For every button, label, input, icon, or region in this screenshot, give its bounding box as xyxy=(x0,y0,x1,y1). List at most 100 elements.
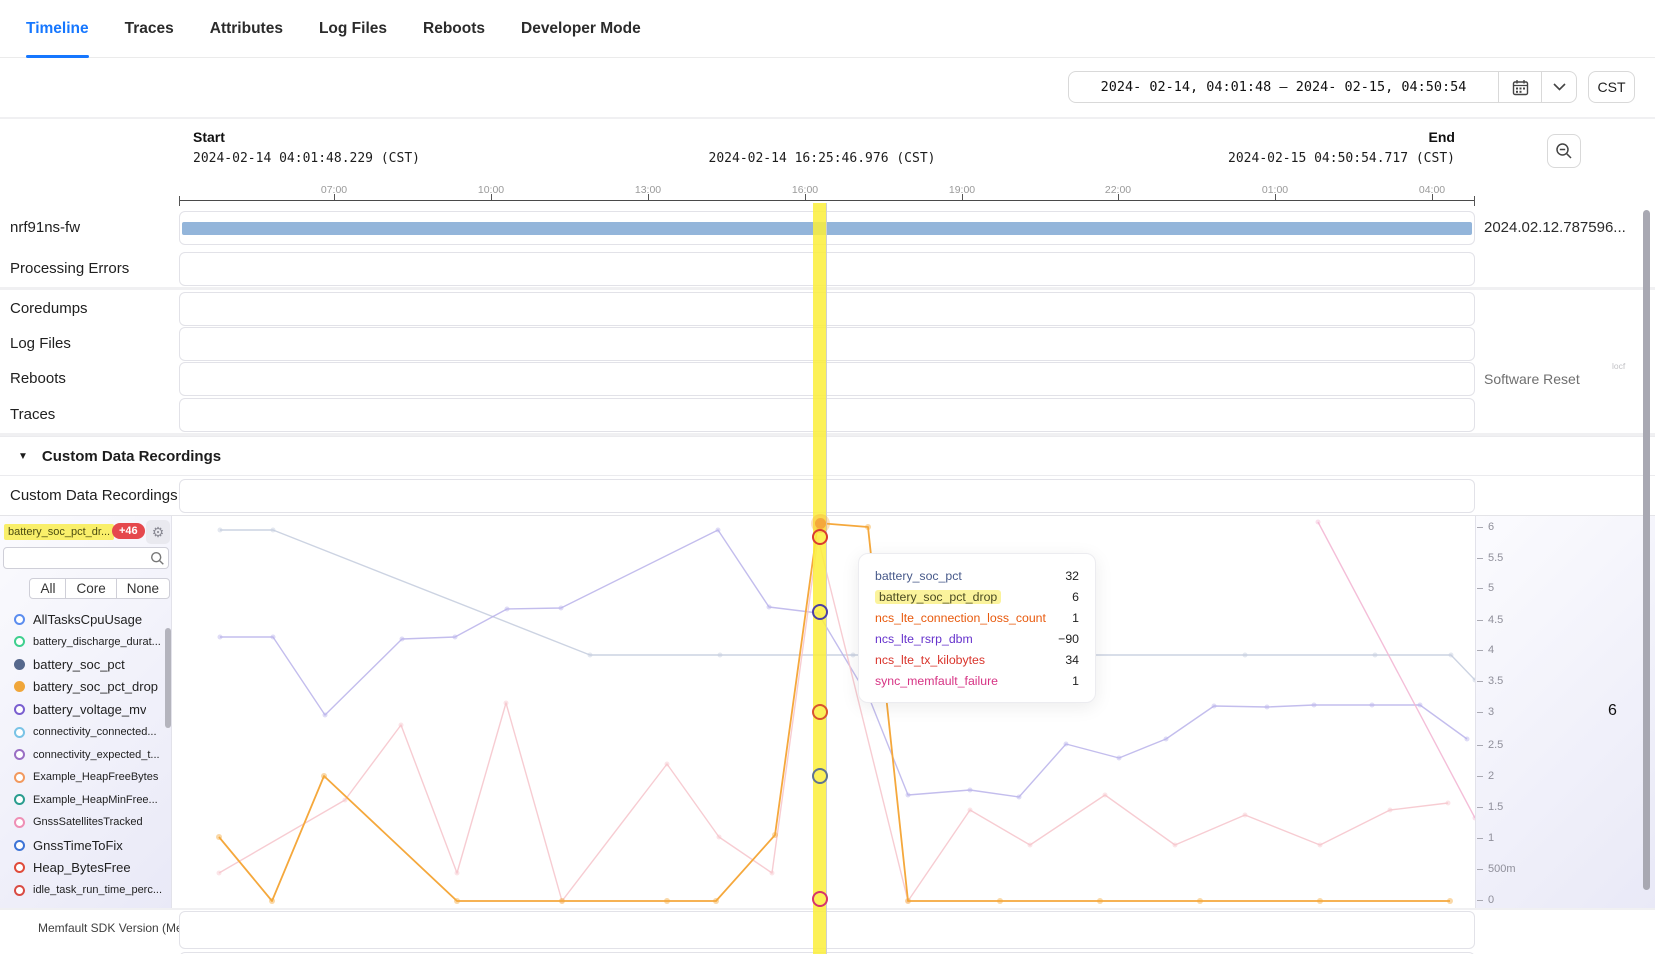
legend-item-gnsssatellitestracked[interactable]: GnssSatellitesTracked xyxy=(0,811,165,833)
start-label: Start xyxy=(193,129,225,145)
legend-item-label: Example_HeapMinFree... xyxy=(33,794,158,806)
search-icon[interactable] xyxy=(150,551,165,571)
row-label-traces: Traces xyxy=(10,406,55,423)
legend-item-label: connectivity_connected... xyxy=(33,726,157,738)
legend-item-battery-soc-pct[interactable]: battery_soc_pct xyxy=(0,653,165,675)
legend-color-circle xyxy=(14,704,25,715)
zoom-out-icon[interactable] xyxy=(1547,134,1581,168)
filter-button-none[interactable]: None xyxy=(116,578,170,599)
legend-color-circle xyxy=(14,681,25,692)
date-range-picker[interactable]: 2024- 02-14, 04:01:48 – 2024- 02-15, 04:… xyxy=(1068,71,1577,103)
y-tick-label: 5.5 xyxy=(1488,552,1503,564)
legend-item-example-heapfreebytes[interactable]: Example_HeapFreeBytes xyxy=(0,766,165,788)
legend-item-battery-discharge-durat[interactable]: battery_discharge_durat... xyxy=(0,631,165,653)
timeline-track-traces[interactable] xyxy=(179,398,1475,432)
y-tick-mark xyxy=(1477,558,1483,559)
data-point xyxy=(271,528,276,533)
time-tick-mark xyxy=(648,194,649,200)
data-point xyxy=(1212,704,1217,709)
data-point xyxy=(997,898,1003,904)
row-value-nrf91ns-fw: 2024.02.12.787596... xyxy=(1484,219,1626,236)
aggregation-note: locf xyxy=(1612,361,1625,371)
data-point xyxy=(665,762,670,767)
legend-item-label: GnssTimeToFix xyxy=(33,838,123,853)
timeline-track-log-files[interactable] xyxy=(179,327,1475,361)
legend-search-box[interactable] xyxy=(3,547,169,569)
tab-reboots[interactable]: Reboots xyxy=(423,0,485,58)
legend-scrollbar[interactable] xyxy=(165,628,171,728)
collapse-caret-icon[interactable]: ▼ xyxy=(18,451,28,462)
selected-metric-chip[interactable]: battery_soc_pct_dr... xyxy=(4,524,114,540)
start-timestamp: 2024-02-14 04:01:48.229 (CST) xyxy=(193,151,420,166)
data-point xyxy=(321,773,327,779)
legend-item-label: battery_soc_pct xyxy=(33,657,125,672)
row-value-reboots: Software Reset xyxy=(1484,371,1580,387)
data-point xyxy=(504,701,509,706)
y-tick-mark xyxy=(1477,681,1483,682)
divider xyxy=(0,287,1655,290)
data-point xyxy=(968,788,973,793)
series-line-ncs-lte-tx-kilobytes xyxy=(219,538,1448,901)
tab-timeline[interactable]: Timeline xyxy=(26,0,89,58)
memfault-sdk-version-track[interactable] xyxy=(179,911,1475,949)
data-point xyxy=(906,793,911,798)
legend-color-circle xyxy=(14,772,25,783)
y-tick-mark xyxy=(1477,712,1483,713)
data-point xyxy=(968,808,973,813)
main-scrollbar[interactable] xyxy=(1643,210,1650,890)
timeline-track-nrf91ns-fw[interactable] xyxy=(179,211,1475,245)
y-tick-mark xyxy=(1477,807,1483,808)
calendar-icon[interactable] xyxy=(1499,72,1541,103)
y-tick-label: 5 xyxy=(1488,582,1494,594)
legend-item-idle-task-run-time-perc[interactable]: idle_task_run_time_perc... xyxy=(0,879,165,901)
gear-icon[interactable]: ⚙ xyxy=(146,520,170,544)
data-point xyxy=(1465,737,1470,742)
firmware-version-bar[interactable] xyxy=(182,222,1472,235)
legend-item-gnsstimetofix[interactable]: GnssTimeToFix xyxy=(0,834,165,856)
legend-item-heap-bytesfree[interactable]: Heap_BytesFree xyxy=(0,857,165,879)
data-point xyxy=(1388,808,1393,813)
legend-item-example-heapminfree[interactable]: Example_HeapMinFree... xyxy=(0,789,165,811)
series-line-battery-soc-pct-drop xyxy=(219,523,1450,901)
data-point xyxy=(453,635,458,640)
series-line-gnss-satellites-tracked xyxy=(1318,522,1475,818)
data-point xyxy=(1265,705,1270,710)
chevron-down-icon[interactable] xyxy=(1542,72,1576,103)
data-point xyxy=(770,871,775,876)
time-axis xyxy=(179,200,1475,201)
y-tick-mark xyxy=(1477,650,1483,651)
data-point xyxy=(1370,703,1375,708)
data-point xyxy=(1316,520,1321,525)
data-point xyxy=(588,653,593,658)
tooltip-metric-battery-soc-pct-drop: battery_soc_pct_drop xyxy=(875,590,1001,604)
timeline-track-coredumps[interactable] xyxy=(179,292,1475,326)
tab-developer-mode[interactable]: Developer Mode xyxy=(521,0,641,58)
search-input[interactable] xyxy=(8,549,147,569)
legend-color-circle xyxy=(14,794,25,805)
y-tick-label: 3.5 xyxy=(1488,675,1503,687)
timezone-button[interactable]: CST xyxy=(1588,71,1635,103)
legend-item-battery-soc-pct-drop[interactable]: battery_soc_pct_drop xyxy=(0,676,165,698)
data-point xyxy=(1317,898,1323,904)
y-tick-label: 0 xyxy=(1488,894,1494,906)
legend-item-label: battery_voltage_mv xyxy=(33,702,146,717)
data-point xyxy=(1373,653,1378,658)
legend-item-battery-voltage-mv[interactable]: battery_voltage_mv xyxy=(0,698,165,720)
legend-item-alltaskscpuusage[interactable]: AllTasksCpuUsage xyxy=(0,608,165,630)
legend-item-connectivity-expected-t[interactable]: connectivity_expected_t... xyxy=(0,744,165,766)
custom-data-recordings-track[interactable] xyxy=(179,479,1475,513)
tooltip-value: 1 xyxy=(1072,611,1079,625)
tab-log-files[interactable]: Log Files xyxy=(319,0,387,58)
device-timeline-page: Timeline Traces Attributes Log Files Reboots… xyxy=(0,0,1655,954)
legend-item-connectivity-connected[interactable]: connectivity_connected... xyxy=(0,721,165,743)
timeline-cursor-band[interactable] xyxy=(813,203,826,954)
time-tick-mark xyxy=(805,194,806,200)
y-tick-label: 2.5 xyxy=(1488,739,1503,751)
timeline-cursor-line xyxy=(826,203,827,954)
tab-traces[interactable]: Traces xyxy=(125,0,174,58)
filter-button-core[interactable]: Core xyxy=(65,578,116,599)
timeline-track-processing-errors[interactable] xyxy=(179,252,1475,286)
tab-attributes[interactable]: Attributes xyxy=(210,0,283,58)
filter-button-all[interactable]: All xyxy=(29,578,66,599)
timeline-track-reboots[interactable] xyxy=(179,362,1475,396)
